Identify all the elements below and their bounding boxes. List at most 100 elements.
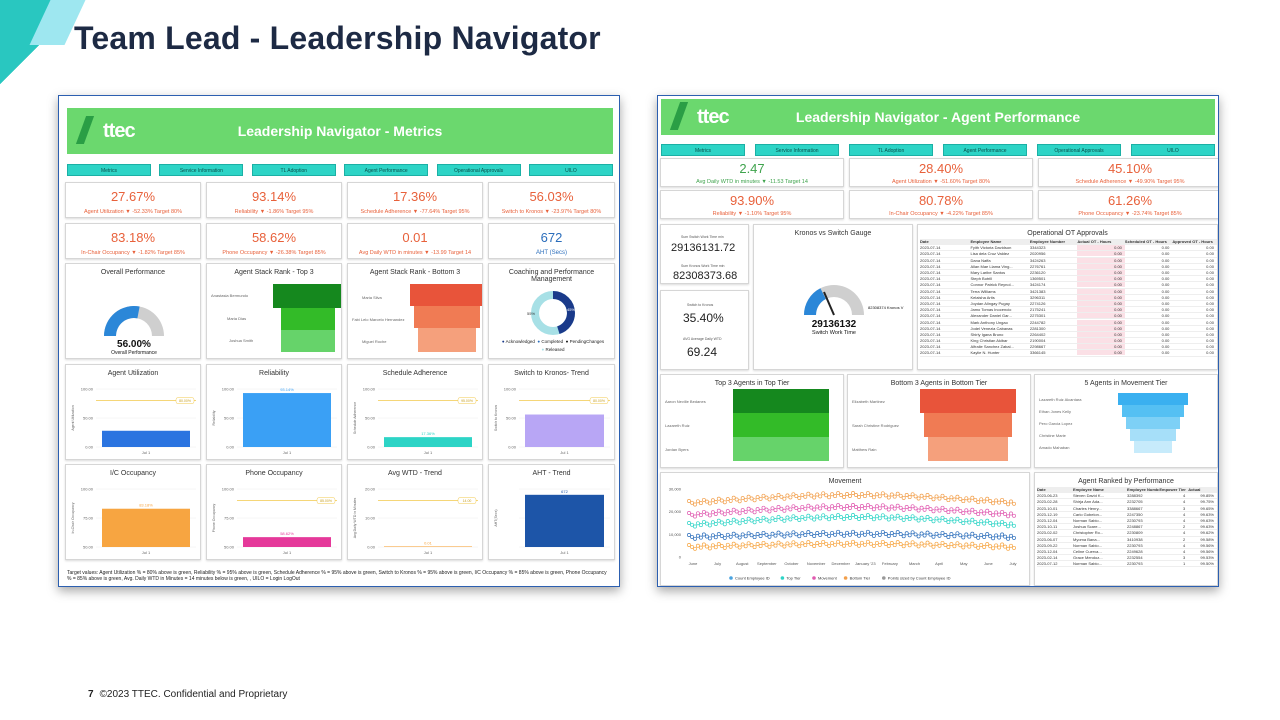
table-cell: 2230793	[1127, 542, 1143, 548]
movement-point	[877, 532, 882, 537]
table-cell: 0.00	[1077, 245, 1125, 251]
agent-kpi-card: 80.78% In-Chair Occupancy ▼ -4.22% Target…	[849, 190, 1033, 219]
movement-point	[865, 503, 870, 508]
sum-switch-label: Sum Switch Work Time min	[681, 235, 724, 239]
movement-point	[752, 535, 757, 540]
movement-point	[695, 511, 700, 516]
column-header[interactable]: Employee Name	[970, 239, 1029, 244]
column-header[interactable]: Employee Number	[1127, 487, 1159, 492]
tier-bar	[1126, 417, 1180, 429]
tab-2[interactable]: TL Adoption	[251, 164, 336, 176]
table-cell: 0.00	[1161, 263, 1170, 269]
tab-5[interactable]: UILO	[528, 164, 613, 176]
movement-point	[919, 505, 924, 510]
movement-point	[961, 499, 966, 504]
table-cell: 99.63%	[1200, 524, 1214, 530]
movement-point	[857, 543, 861, 548]
metrics-kpi-card: 17.36% Schedule Adherence ▼ -77.64% Targe…	[347, 182, 483, 218]
movement-point	[985, 542, 990, 547]
movement-point	[815, 541, 820, 545]
movement-point	[958, 543, 963, 548]
movement-point	[737, 499, 742, 504]
movement-point	[734, 509, 739, 514]
table-cell: 2023-07-14	[920, 313, 941, 319]
y-axis-label: Switch to Kronos	[494, 405, 498, 432]
movement-point	[794, 516, 799, 521]
movement-point	[949, 532, 954, 537]
target-values-note: Target values: Agent Utilization % = 80%…	[67, 570, 607, 582]
movement-point	[988, 499, 993, 503]
sum-kronos-label: Sum Kronos Work Time min	[681, 264, 725, 268]
movement-point	[713, 535, 718, 540]
tab-4[interactable]: Operational Approvals	[1037, 144, 1121, 156]
movement-point	[994, 520, 999, 525]
x-tick: February	[882, 561, 898, 566]
agent-kpi-card: 93.90% Reliability ▼ -1.10% Target 95%	[660, 190, 844, 219]
movement-point	[839, 505, 844, 510]
movement-point	[940, 505, 945, 510]
movement-point	[1012, 535, 1016, 540]
movement-point	[800, 514, 805, 519]
movement-point	[818, 516, 823, 521]
table-cell: 0.00	[1161, 300, 1170, 306]
column-header[interactable]: Approved OT - Hours	[1172, 239, 1217, 244]
movement-point	[740, 542, 745, 547]
kpi-subtext: Avg Daily WTD in minutes ▼ -13.99 Target…	[358, 250, 472, 256]
table-row[interactable]: 2023-07-12 Norman Sabio... 2230793 1 99.50%	[1037, 561, 1217, 568]
bar-chart-title: Reliability	[259, 370, 289, 377]
tab-4[interactable]: Operational Approvals	[436, 164, 521, 176]
tab-3[interactable]: Agent Performance	[344, 164, 429, 176]
tab-1[interactable]: Service Information	[755, 144, 839, 156]
table-cell: 0.00	[1206, 319, 1214, 325]
movement-point	[901, 507, 906, 512]
column-header[interactable]: Date	[1037, 487, 1073, 492]
column-header[interactable]: Employee Number	[1030, 239, 1078, 244]
table-row[interactable]: 2023-07-14 Kaylie N. Hunter 3366145 0.00 0.0…	[920, 350, 1217, 357]
movement-point	[854, 505, 858, 509]
movement-point	[865, 529, 870, 534]
overall-performance-label: Overall Performance	[111, 350, 157, 356]
movement-point	[1006, 524, 1011, 529]
movement-point	[722, 522, 727, 527]
movement-point	[943, 517, 948, 522]
movement-point	[845, 540, 849, 545]
movement-point	[815, 531, 820, 535]
column-header[interactable]: Date	[920, 239, 970, 244]
movement-point	[889, 514, 894, 519]
table-cell: 3424174	[1029, 282, 1046, 288]
movement-point	[842, 517, 847, 521]
movement-point	[698, 535, 703, 540]
kpi-subtext: Phone Occupancy ▼ -23.74% Target 85%	[1078, 211, 1182, 217]
movement-point	[964, 508, 969, 513]
column-header[interactable]: Employee Name	[1073, 487, 1127, 492]
column-header[interactable]: Scheduled OT - Hours	[1125, 239, 1173, 244]
table-cell: 2023-10-01	[1037, 505, 1058, 511]
tab-5[interactable]: UILO	[1131, 144, 1215, 156]
movement-point	[1006, 536, 1011, 541]
tab-0[interactable]: Metrics	[67, 164, 151, 176]
table-cell: 0.00	[1077, 307, 1125, 313]
column-header[interactable]: Actual	[1188, 487, 1217, 492]
movement-point	[970, 517, 975, 522]
movement-point	[719, 498, 724, 503]
movement-point	[743, 544, 748, 549]
movement-point	[690, 544, 694, 549]
movement-point	[952, 519, 957, 524]
movement-point	[797, 496, 802, 500]
y-tick: 0.00	[367, 445, 376, 450]
table-cell: 0.00	[1206, 313, 1214, 319]
bar-chart: 100.00 50.00 0.00 Agent Utilization 80.00% Ju…	[71, 387, 196, 455]
movement-point	[704, 544, 709, 549]
column-header[interactable]: Empower Tier	[1159, 487, 1188, 492]
x-tick: Jul 1	[283, 450, 292, 455]
movement-point	[824, 531, 829, 536]
tab-1[interactable]: Service Information	[159, 164, 244, 176]
kpi-subtext: In-Chair Occupancy ▼ -4.22% Target 85%	[889, 211, 993, 217]
column-header[interactable]: Actual OT - Hours	[1077, 239, 1125, 244]
tab-3[interactable]: Agent Performance	[943, 144, 1027, 156]
y-tick: 50.00	[83, 545, 94, 550]
movement-point	[958, 518, 963, 523]
movement-point	[868, 531, 873, 536]
tab-2[interactable]: TL Adoption	[849, 144, 933, 156]
tab-0[interactable]: Metrics	[661, 144, 745, 156]
